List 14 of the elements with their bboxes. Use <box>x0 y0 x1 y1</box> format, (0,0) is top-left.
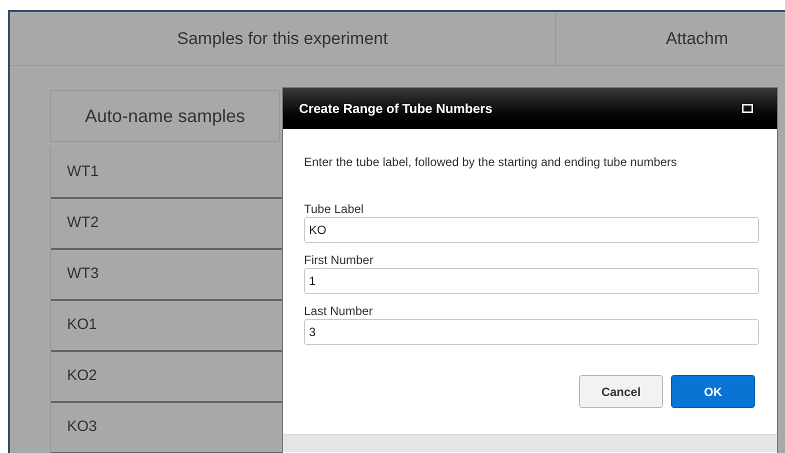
field-label: Last Number <box>304 304 374 318</box>
input-field[interactable]: 1 <box>304 268 759 294</box>
auto-name-button[interactable]: Auto-name samples <box>50 90 280 142</box>
tab[interactable]: Attachm <box>556 12 785 65</box>
input-field[interactable]: 3 <box>304 319 759 345</box>
tab[interactable]: Samples for this experiment <box>10 12 556 65</box>
input-field[interactable]: KO <box>304 217 759 243</box>
field-label: Tube Label <box>304 202 365 216</box>
field-label: First Number <box>304 253 374 267</box>
dialog-title: Create Range of Tube Numbers <box>299 100 492 118</box>
cancel-button[interactable]: Cancel <box>579 375 663 408</box>
ok-button[interactable]: OK <box>671 375 755 408</box>
maximize-icon[interactable] <box>742 104 753 113</box>
instructions: Enter the tube label, followed by the starting and ending tube numbers <box>304 154 678 171</box>
